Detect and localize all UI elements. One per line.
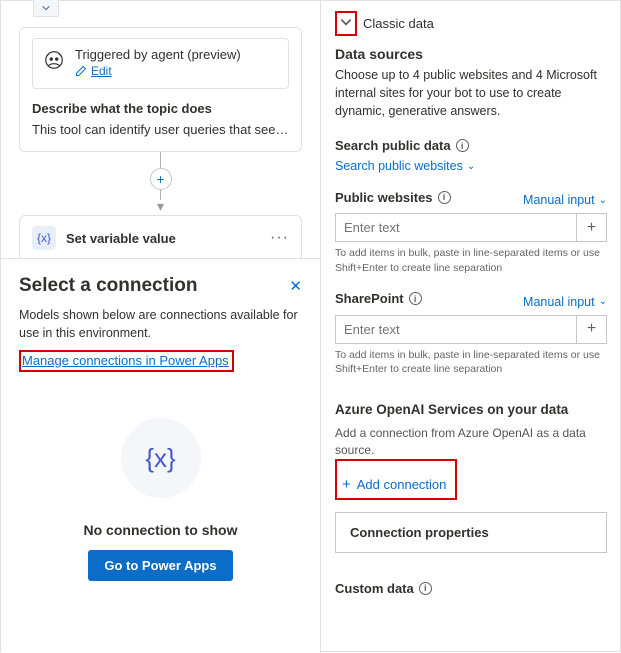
sharepoint-add-button[interactable]: + [577,315,607,344]
manage-connections-link[interactable]: Manage connections in Power Apps [22,353,229,368]
go-to-power-apps-button[interactable]: Go to Power Apps [88,550,232,581]
edit-link[interactable]: Edit [75,64,112,78]
azure-openai-desc: Add a connection from Azure OpenAI as a … [335,425,607,459]
info-icon[interactable]: i [456,139,469,152]
describe-label: Describe what the topic does [32,101,289,116]
info-icon[interactable]: i [409,292,422,305]
manual-input-text: Manual input [523,193,595,207]
chevron-down-icon: ⌄ [599,296,607,307]
connection-panel: Select a connection ✕ Models shown below… [1,258,320,653]
info-icon[interactable]: i [438,191,451,204]
classic-data-label: Classic data [363,16,434,31]
connection-panel-title: Select a connection [19,275,197,297]
variable-icon: {x} [32,226,56,250]
highlight-box-manage: Manage connections in Power Apps [19,350,234,372]
add-connection-label: Add connection [357,477,447,492]
empty-state: {x} No connection to show Go to Power Ap… [19,418,302,581]
fx-icon: {x} [121,418,201,498]
chevron-down-icon[interactable] [339,15,353,32]
plus-icon: + [342,476,351,493]
chevron-down-icon: ⌄ [467,161,475,172]
trigger-inner[interactable]: Triggered by agent (preview) Edit [32,38,289,89]
node-menu-icon[interactable]: ··· [270,229,289,247]
sharepoint-hint: To add items in bulk, paste in line-sepa… [335,348,607,376]
left-pane: Triggered by agent (preview) Edit Descri… [1,1,321,653]
public-add-button[interactable]: + [577,213,607,242]
highlight-box-add-connection: + Add connection [335,459,457,500]
highlight-box-chevron [335,11,357,36]
collapse-icon[interactable] [33,0,59,17]
public-hint: To add items in bulk, paste in line-sepa… [335,246,607,274]
add-node-button[interactable]: + [150,168,172,190]
sharepoint-input[interactable] [335,315,577,344]
sharepoint-manual-input-toggle[interactable]: Manual input ⌄ [523,295,607,309]
close-icon[interactable]: ✕ [289,277,302,295]
agent-icon [43,49,65,71]
right-pane: Classic data Data sources Choose up to 4… [321,1,621,653]
sharepoint-label: SharePoint [335,291,404,306]
arrow-down-icon: ▾ [157,198,164,215]
data-sources-title: Data sources [335,46,607,62]
trigger-title: Triggered by agent (preview) [75,47,241,62]
data-sources-desc: Choose up to 4 public websites and 4 Mic… [335,66,607,120]
connection-properties-box[interactable]: Connection properties [335,512,607,553]
info-icon[interactable]: i [419,582,432,595]
search-link-text: Search public websites [335,159,463,173]
no-connection-label: No connection to show [19,522,302,538]
edit-label: Edit [91,64,112,78]
add-connection-button[interactable]: + Add connection [338,472,454,497]
connection-desc: Models shown below are connections avail… [19,307,302,342]
chevron-down-icon: ⌄ [599,195,607,206]
custom-data-label: Custom data [335,581,414,596]
variable-node-title: Set variable value [66,231,260,246]
public-websites-label: Public websites [335,190,433,205]
manual-input-text: Manual input [523,295,595,309]
pencil-icon [75,65,87,77]
search-public-websites-link[interactable]: Search public websites ⌄ [335,159,475,173]
azure-openai-title: Azure OpenAI Services on your data [335,402,607,417]
public-websites-input[interactable] [335,213,577,242]
trigger-card: Triggered by agent (preview) Edit Descri… [19,27,302,152]
public-manual-input-toggle[interactable]: Manual input ⌄ [523,193,607,207]
variable-node[interactable]: {x} Set variable value ··· [19,215,302,261]
describe-text: This tool can identify user queries that… [32,122,289,137]
search-public-label: Search public data [335,138,451,153]
connector: + ▾ [1,152,320,215]
